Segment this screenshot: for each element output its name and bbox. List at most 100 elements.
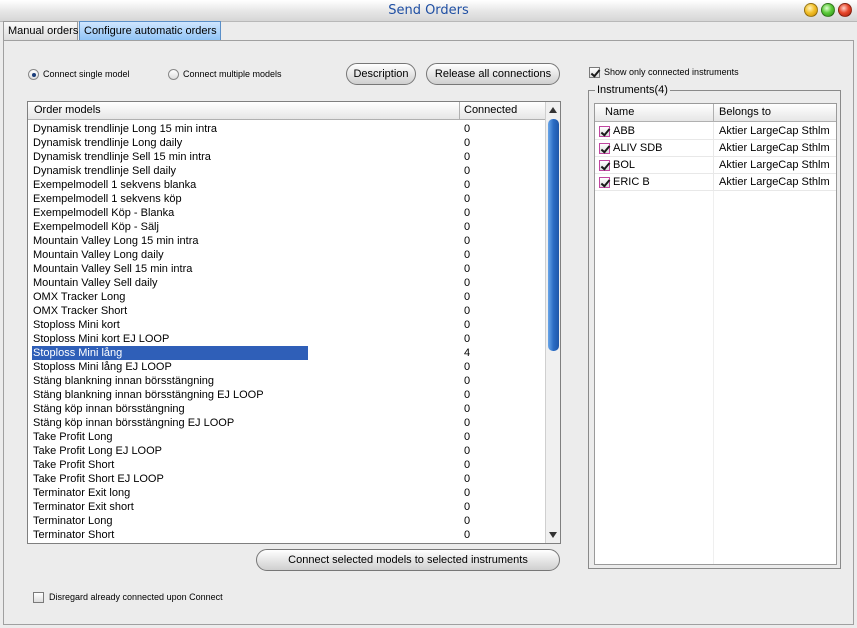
- list-item[interactable]: OMX Tracker Short 0: [28, 304, 546, 318]
- instrument-checkbox[interactable]: [599, 143, 610, 154]
- order-model-name: Stäng köp innan börsstängning: [33, 403, 185, 415]
- instrument-checkbox[interactable]: [599, 126, 610, 137]
- list-item[interactable]: Mountain Valley Long 15 min intra 0: [28, 234, 546, 248]
- list-item[interactable]: Terminator Long 0: [28, 514, 546, 528]
- list-item[interactable]: Dynamisk trendlinje Long 15 min intra 0: [28, 122, 546, 136]
- list-item[interactable]: Exempelmodell 1 sekvens köp 0: [28, 192, 546, 206]
- instrument-name: BOL: [613, 159, 636, 171]
- list-item[interactable]: OMX Tracker Long 0: [28, 290, 546, 304]
- order-model-connected-count: 0: [464, 291, 471, 303]
- order-model-name: Take Profit Short EJ LOOP: [33, 473, 164, 485]
- radio-unselected-icon: [168, 68, 179, 80]
- title-bar: Send Orders: [0, 0, 857, 22]
- description-button[interactable]: Description: [346, 63, 416, 85]
- list-item[interactable]: Take Profit Long 0: [28, 430, 546, 444]
- order-model-name: Terminator Short: [33, 529, 115, 541]
- list-item[interactable]: Terminator Exit long 0: [28, 486, 546, 500]
- column-header-connected[interactable]: Connected: [464, 104, 517, 116]
- list-item[interactable]: Terminator Short 0: [28, 528, 546, 542]
- column-header-belongs-to[interactable]: Belongs to: [719, 106, 771, 118]
- order-model-name: Stäng köp innan börsstängning EJ LOOP: [33, 417, 235, 429]
- maximize-button[interactable]: [821, 3, 835, 17]
- list-item[interactable]: Stoploss Mini kort EJ LOOP 0: [28, 332, 546, 346]
- list-item[interactable]: Dynamisk trendlinje Sell 15 min intra 0: [28, 150, 546, 164]
- order-model-name: Mountain Valley Long 15 min intra: [33, 235, 199, 247]
- order-model-name: Dynamisk trendlinje Long daily: [33, 137, 183, 149]
- scroll-down-arrow-icon[interactable]: [549, 532, 557, 538]
- column-header-name[interactable]: Name: [605, 106, 634, 118]
- scroll-thumb[interactable]: [548, 119, 559, 351]
- table-row[interactable]: ABB Aktier LargeCap Sthlm: [595, 123, 836, 140]
- list-item[interactable]: Mountain Valley Long daily 0: [28, 248, 546, 262]
- order-model-connected-count: 0: [464, 529, 471, 541]
- order-model-connected-count: 0: [464, 501, 471, 513]
- tab-manual-orders[interactable]: Manual orders: [3, 21, 78, 41]
- connect-selected-models-button[interactable]: Connect selected models to selected inst…: [256, 549, 560, 571]
- checkbox-checked-icon: [589, 66, 600, 78]
- order-model-connected-count: 0: [464, 165, 471, 177]
- order-models-scrollbar[interactable]: [545, 102, 560, 543]
- order-model-connected-count: 0: [464, 123, 471, 135]
- release-all-connections-button[interactable]: Release all connections: [426, 63, 560, 85]
- order-model-connected-count: 0: [464, 221, 471, 233]
- order-model-connected-count: 0: [464, 193, 471, 205]
- table-row[interactable]: BOL Aktier LargeCap Sthlm: [595, 157, 836, 174]
- order-model-connected-count: 0: [464, 403, 471, 415]
- connect-single-model-label: Connect single model: [43, 69, 130, 79]
- order-model-connected-count: 0: [464, 179, 471, 191]
- order-model-connected-count: 0: [464, 263, 471, 275]
- list-item[interactable]: Stäng köp innan börsstängning EJ LOOP 0: [28, 416, 546, 430]
- table-row[interactable]: ALIV SDB Aktier LargeCap Sthlm: [595, 140, 836, 157]
- minimize-button[interactable]: [804, 3, 818, 17]
- table-row[interactable]: ERIC B Aktier LargeCap Sthlm: [595, 174, 836, 191]
- order-model-name: Terminator Long: [33, 515, 113, 527]
- list-item[interactable]: Stoploss Mini lång EJ LOOP 0: [28, 360, 546, 374]
- order-model-name: Stoploss Mini lång: [32, 346, 308, 360]
- list-item[interactable]: Exempelmodell Köp - Sälj 0: [28, 220, 546, 234]
- order-model-name: Mountain Valley Sell 15 min intra: [33, 263, 193, 275]
- order-models-list[interactable]: Order models Connected Dynamisk trendlin…: [27, 101, 561, 544]
- list-item[interactable]: Take Profit Short 0: [28, 458, 546, 472]
- order-models-header: Order models Connected: [28, 102, 546, 120]
- list-item[interactable]: Terminator Exit short 0: [28, 500, 546, 514]
- instrument-name: ALIV SDB: [613, 142, 663, 154]
- list-item[interactable]: Stoploss Mini kort 0: [28, 318, 546, 332]
- order-model-name: Terminator Exit long: [33, 487, 131, 499]
- column-header-order-models[interactable]: Order models: [34, 104, 101, 116]
- instrument-checkbox[interactable]: [599, 160, 610, 171]
- order-model-connected-count: 0: [464, 333, 471, 345]
- list-item[interactable]: Stäng blankning innan börsstängning 0: [28, 374, 546, 388]
- scroll-up-arrow-icon[interactable]: [549, 107, 557, 113]
- order-model-connected-count: 0: [464, 473, 471, 485]
- show-only-connected-checkbox[interactable]: Show only connected instruments: [589, 65, 739, 79]
- list-item[interactable]: Take Profit Long EJ LOOP 0: [28, 444, 546, 458]
- list-item[interactable]: Dynamisk trendlinje Sell daily 0: [28, 164, 546, 178]
- window-title: Send Orders: [388, 3, 469, 18]
- list-item[interactable]: Exempelmodell 1 sekvens blanka 0: [28, 178, 546, 192]
- order-model-connected-count: 0: [464, 389, 471, 401]
- instrument-name: ABB: [613, 125, 636, 137]
- connect-single-model-radio[interactable]: Connect single model: [28, 67, 130, 81]
- list-item[interactable]: Stoploss Mini lång 4: [28, 346, 546, 360]
- list-item[interactable]: Exempelmodell Köp - Blanka 0: [28, 206, 546, 220]
- order-model-connected-count: 0: [464, 417, 471, 429]
- order-models-rows: Dynamisk trendlinje Long 15 min intra 0 Dy…: [28, 122, 546, 542]
- list-item[interactable]: Mountain Valley Sell daily 0: [28, 276, 546, 290]
- instrument-belongs-to: Aktier LargeCap Sthlm: [719, 125, 830, 137]
- instrument-name: ERIC B: [613, 176, 650, 188]
- instrument-checkbox[interactable]: [599, 177, 610, 188]
- tab-configure-automatic-orders[interactable]: Configure automatic orders: [79, 21, 221, 41]
- list-item[interactable]: Dynamisk trendlinje Long daily 0: [28, 136, 546, 150]
- instrument-belongs-to: Aktier LargeCap Sthlm: [719, 142, 830, 154]
- close-button[interactable]: [838, 3, 852, 17]
- show-only-connected-label: Show only connected instruments: [604, 67, 739, 77]
- list-item[interactable]: Stäng blankning innan börsstängning EJ L…: [28, 388, 546, 402]
- instruments-table[interactable]: Name Belongs to ABB Aktier LargeCap Sthlm…: [594, 103, 837, 565]
- disregard-connected-checkbox[interactable]: Disregard already connected upon Connect: [33, 590, 223, 604]
- order-model-name: Terminator Exit short: [33, 501, 134, 513]
- connect-multiple-models-radio[interactable]: Connect multiple models: [168, 67, 282, 81]
- list-item[interactable]: Mountain Valley Sell 15 min intra 0: [28, 262, 546, 276]
- list-item[interactable]: Stäng köp innan börsstängning 0: [28, 402, 546, 416]
- list-item[interactable]: Take Profit Short EJ LOOP 0: [28, 472, 546, 486]
- order-model-name: Take Profit Short: [33, 459, 115, 471]
